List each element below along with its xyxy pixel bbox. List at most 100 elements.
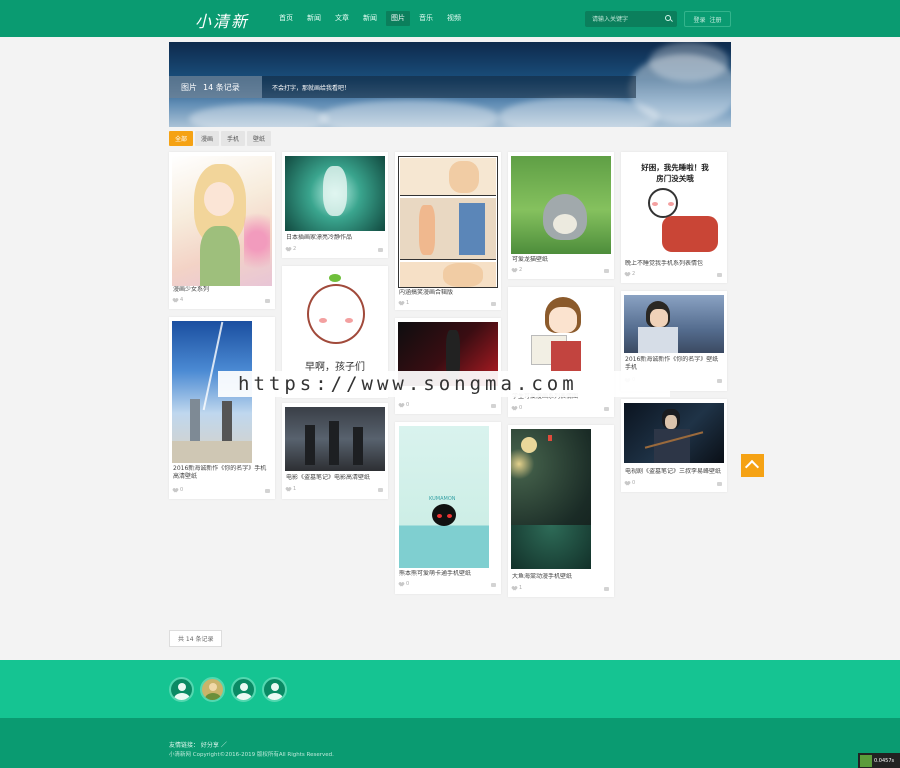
image-card[interactable]: 好困，我先睡啦！我房门没关哦 晚上不睡觉我手机系列表情包 2 xyxy=(621,152,727,283)
card-likes: 0 xyxy=(399,402,409,408)
comment-icon[interactable] xyxy=(717,379,722,383)
banner-description: 不会打字，那就画给我看吧！ xyxy=(262,76,636,98)
search-box xyxy=(585,11,677,27)
top-navbar: 小清新 首页 新闻 文章 新闻 图片 音乐 视频 登录 注册 xyxy=(0,0,900,37)
card-image[interactable] xyxy=(511,291,611,381)
avatar[interactable] xyxy=(169,677,194,702)
card-title[interactable]: 熊本熊可爱萌卡通手机壁纸 xyxy=(399,570,495,578)
filter-wallpaper[interactable]: 壁纸 xyxy=(247,131,272,146)
kumamon-caption: KUMAMON xyxy=(429,496,456,502)
main-nav: 首页 新闻 文章 新闻 图片 音乐 视频 xyxy=(274,11,466,26)
site-logo[interactable]: 小清新 xyxy=(195,8,249,32)
banner-category: 图片 xyxy=(181,82,197,92)
login-link[interactable]: 登录 xyxy=(693,15,705,24)
filter-comic[interactable]: 漫画 xyxy=(195,131,220,146)
card-title[interactable]: 日本插画家漂亮冷静作品 xyxy=(286,234,382,242)
card-image[interactable]: 好困，我先睡啦！我房门没关哦 xyxy=(624,156,724,260)
card-title[interactable]: 电视剧《盗墓笔记》三叔李易峰壁纸 xyxy=(625,468,721,476)
image-card[interactable]: 电视剧《盗墓笔记》三叔李易峰壁纸 0 xyxy=(621,399,727,492)
heart-icon[interactable] xyxy=(512,268,517,273)
footer-members xyxy=(0,660,900,718)
search-icon[interactable] xyxy=(665,15,671,21)
search-input[interactable] xyxy=(585,11,663,27)
card-image[interactable]: KUMAMON xyxy=(399,426,489,568)
filter-phone[interactable]: 手机 xyxy=(221,131,246,146)
image-card[interactable]: 日本插画家漂亮冷静作品 2 xyxy=(282,152,388,258)
card-image[interactable] xyxy=(398,156,498,288)
back-to-top-button[interactable] xyxy=(741,454,764,477)
card-likes: 0 xyxy=(173,487,183,493)
heart-icon[interactable] xyxy=(512,406,517,411)
nav-item-video[interactable]: 视频 xyxy=(442,11,466,26)
heart-icon[interactable] xyxy=(173,298,178,303)
nav-item-news[interactable]: 新闻 xyxy=(302,11,326,26)
friend-links[interactable]: 友情链接： 好分享 ／ xyxy=(169,740,227,749)
comment-icon[interactable] xyxy=(604,269,609,273)
image-card[interactable]: 2016新海诚新作《你的名字》手机高清壁纸 0 xyxy=(169,317,275,499)
heart-icon[interactable] xyxy=(286,487,291,492)
card-title[interactable]: 大鱼海棠动漫手机壁纸 xyxy=(512,573,608,581)
comment-icon[interactable] xyxy=(265,489,270,493)
comment-icon[interactable] xyxy=(378,488,383,492)
nav-item-home[interactable]: 首页 xyxy=(274,11,298,26)
card-title[interactable]: 2016新海诚新作《你的名字》壁纸手机 xyxy=(625,356,721,372)
comment-icon[interactable] xyxy=(491,302,496,306)
card-likes: 1 xyxy=(512,585,522,591)
comment-icon[interactable] xyxy=(491,404,496,408)
card-image[interactable] xyxy=(624,295,724,353)
image-card[interactable]: 内涵搞笑漫画合辑版 1 xyxy=(395,152,501,310)
card-title[interactable]: 2016新海诚新作《你的名字》手机高清壁纸 xyxy=(173,465,269,481)
avatar[interactable] xyxy=(200,677,225,702)
avatar[interactable] xyxy=(231,677,256,702)
card-title[interactable]: 可爱龙猫壁纸 xyxy=(512,256,608,264)
image-card[interactable]: 学生可爱漫画系列表情图 0 xyxy=(508,287,614,417)
card-title[interactable]: 内涵搞笑漫画合辑版 xyxy=(399,289,495,297)
card-image[interactable] xyxy=(285,156,385,231)
avatar[interactable] xyxy=(262,677,287,702)
register-link[interactable]: 注册 xyxy=(710,15,722,24)
comment-icon[interactable] xyxy=(604,587,609,591)
card-image[interactable] xyxy=(285,407,385,471)
heart-icon[interactable] xyxy=(399,301,404,306)
comment-icon[interactable] xyxy=(491,583,496,587)
card-image[interactable] xyxy=(624,403,724,463)
image-card[interactable]: 漫画少女系列 4 xyxy=(169,152,275,309)
nav-item-articles[interactable]: 文章 xyxy=(330,11,354,26)
card-likes: 0 xyxy=(625,480,635,486)
image-card[interactable]: 可爱龙猫壁纸 2 xyxy=(508,152,614,279)
card-title[interactable]: 晚上不睡觉我手机系列表情包 xyxy=(625,260,721,268)
heart-icon[interactable] xyxy=(286,247,291,252)
card-likes: 1 xyxy=(286,486,296,492)
speed-value: 0.0457s xyxy=(874,757,895,764)
heart-icon[interactable] xyxy=(399,403,404,408)
nav-item-news-2[interactable]: 新闻 xyxy=(358,11,382,26)
card-title[interactable]: 漫画少女系列 xyxy=(173,286,269,294)
comment-icon[interactable] xyxy=(604,407,609,411)
image-card[interactable]: 0 xyxy=(395,318,501,414)
comment-icon[interactable] xyxy=(378,248,383,252)
heart-icon[interactable] xyxy=(625,481,630,486)
image-card[interactable]: 电影《盗墓笔记》电影高清壁纸 1 xyxy=(282,403,388,499)
heart-icon[interactable] xyxy=(173,488,178,493)
card-title[interactable]: 电影《盗墓笔记》电影高清壁纸 xyxy=(286,474,382,482)
comment-icon[interactable] xyxy=(717,482,722,486)
card-likes: 4 xyxy=(173,297,183,303)
image-card[interactable]: 大鱼海棠动漫手机壁纸 1 xyxy=(508,425,614,597)
heart-icon[interactable] xyxy=(625,272,630,277)
heart-icon[interactable] xyxy=(399,582,404,587)
nav-item-music[interactable]: 音乐 xyxy=(414,11,438,26)
card-image[interactable] xyxy=(511,429,591,569)
image-card[interactable]: KUMAMON 熊本熊可爱萌卡通手机壁纸 0 xyxy=(395,422,501,594)
comment-icon[interactable] xyxy=(265,299,270,303)
heart-icon[interactable] xyxy=(512,586,517,591)
filter-all[interactable]: 全部 xyxy=(169,131,194,146)
sleepy-caption: 好困，我先睡啦！我房门没关哦 xyxy=(641,163,709,183)
card-likes: 2 xyxy=(286,246,296,252)
nav-item-images[interactable]: 图片 xyxy=(386,11,410,26)
filter-tabs: 全部 漫画 手机 壁纸 xyxy=(169,131,272,146)
card-image[interactable] xyxy=(511,156,611,254)
auth-links: 登录 注册 xyxy=(684,11,731,27)
comment-icon[interactable] xyxy=(717,273,722,277)
card-image[interactable] xyxy=(172,156,272,286)
member-avatars xyxy=(169,677,287,702)
